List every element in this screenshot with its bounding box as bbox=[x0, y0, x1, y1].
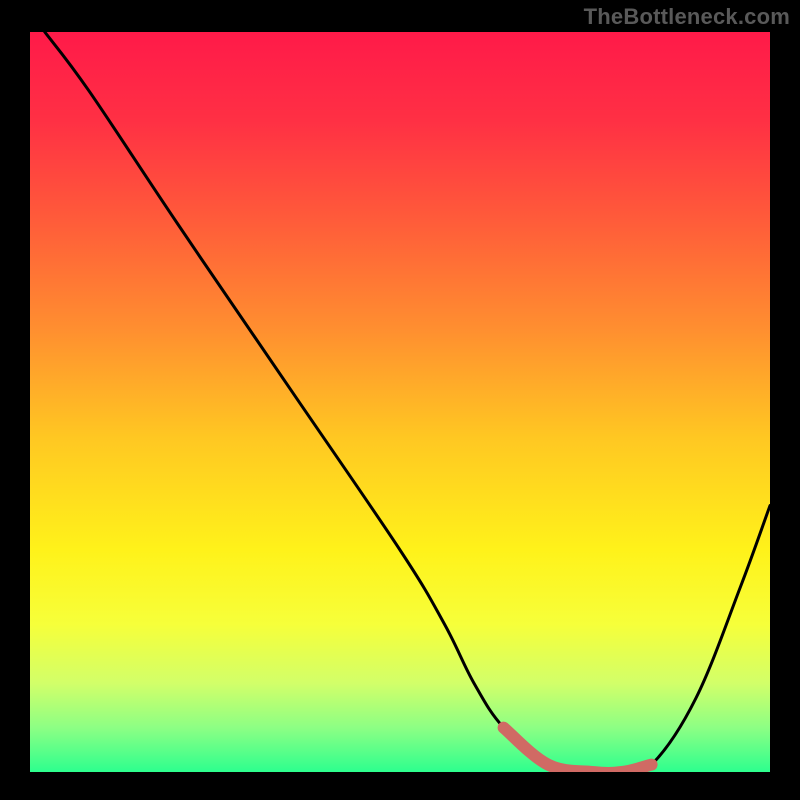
plot-area bbox=[30, 32, 770, 772]
gradient-background bbox=[30, 32, 770, 772]
chart-frame: TheBottleneck.com bbox=[0, 0, 800, 800]
watermark-text: TheBottleneck.com bbox=[584, 4, 790, 30]
plot-svg bbox=[30, 32, 770, 772]
